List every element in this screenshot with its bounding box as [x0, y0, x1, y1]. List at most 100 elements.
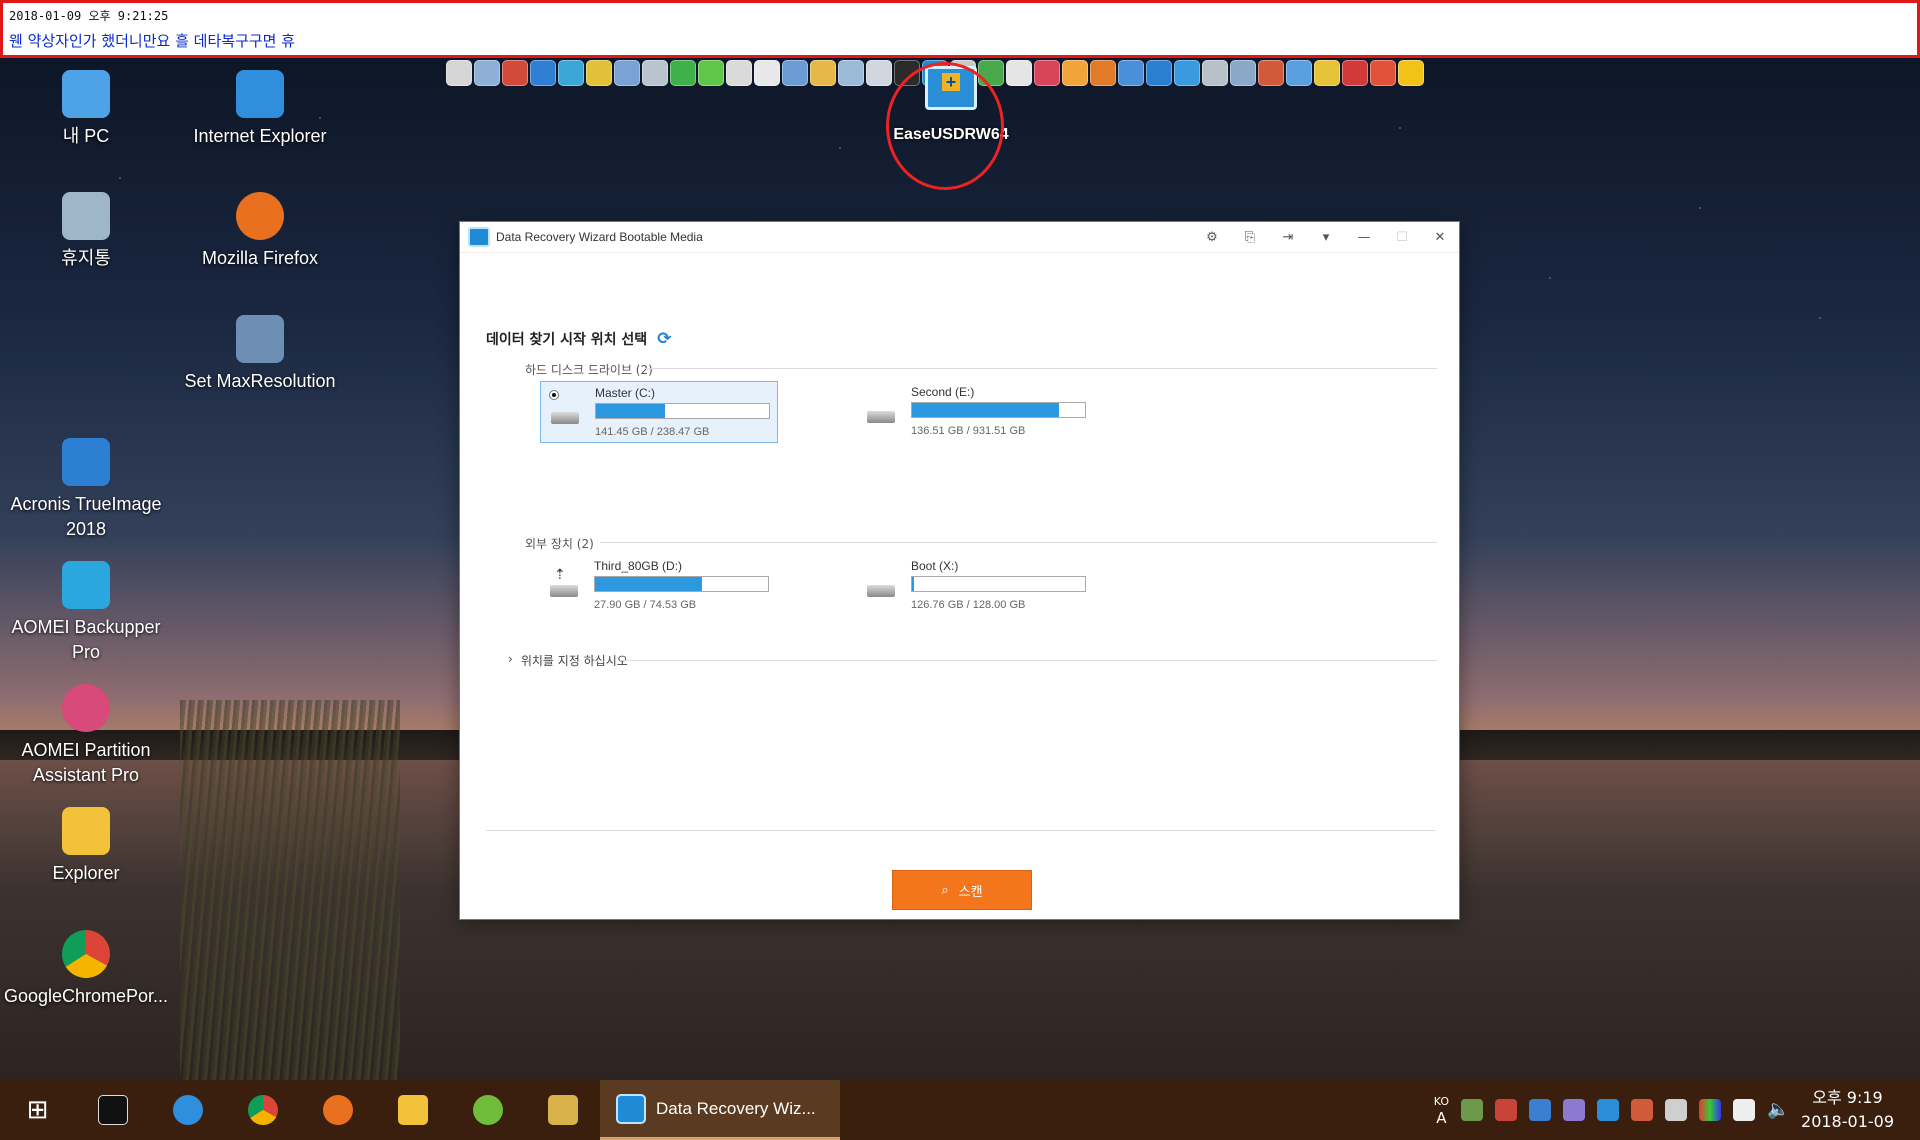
taskbar-chrome[interactable] — [225, 1080, 300, 1140]
quick-icon[interactable] — [1398, 60, 1424, 86]
quick-icon[interactable] — [1174, 60, 1200, 86]
quick-icon[interactable] — [530, 60, 556, 86]
taskbar-app[interactable] — [525, 1080, 600, 1140]
usage-bar-fill — [912, 577, 914, 591]
desktop-icon-label: AOMEI Backupper Pro — [11, 617, 161, 662]
quick-icon[interactable] — [1286, 60, 1312, 86]
quick-icon[interactable] — [558, 60, 584, 86]
quick-icon[interactable] — [698, 60, 724, 86]
settings-icon[interactable]: ⚙ — [1193, 222, 1231, 252]
title-toolbar: ⚙ ⎘ ⇥ ▾ — ☐ ✕ — [1193, 222, 1459, 252]
monitor-icon[interactable] — [1597, 1099, 1620, 1121]
ime-indicator[interactable]: KO A — [1434, 1094, 1449, 1126]
monitor-icon — [236, 315, 284, 363]
quick-icon[interactable] — [1090, 60, 1116, 86]
taskbar-ie[interactable] — [150, 1080, 225, 1140]
quick-icon[interactable] — [502, 60, 528, 86]
desktop-icon-label: Internet Explorer — [193, 126, 327, 146]
battery-icon[interactable] — [1733, 1099, 1756, 1121]
quick-icon[interactable] — [670, 60, 696, 86]
quick-icon[interactable] — [1230, 60, 1256, 86]
desktop-icon-aomei-partition[interactable]: AOMEI Partition Assistant Pro — [0, 684, 172, 788]
search-icon: ⌕ — [941, 882, 949, 898]
quick-icon[interactable] — [1146, 60, 1172, 86]
volume-icon[interactable]: 🔈 — [1767, 1099, 1789, 1121]
quick-icon[interactable] — [446, 60, 472, 86]
taskbar-active-data-recovery[interactable]: Data Recovery Wiz... — [600, 1080, 840, 1140]
drive-master-c[interactable]: Master (C:) 141.45 GB / 238.47 GB — [540, 381, 778, 443]
hdd-icon — [867, 411, 895, 423]
desktop-icon-internet-explorer[interactable]: Internet Explorer — [174, 70, 346, 149]
hdd-icon — [551, 412, 579, 424]
quick-icon[interactable] — [1370, 60, 1396, 86]
quick-icon[interactable] — [614, 60, 640, 86]
section-divider — [620, 660, 1437, 661]
quick-icon[interactable] — [866, 60, 892, 86]
system-tray: KO A 🔈 오후 9:19 2018-01-09 — [1434, 1086, 1920, 1134]
data-recovery-window: Data Recovery Wizard Bootable Media ⚙ ⎘ … — [459, 221, 1460, 920]
quick-icon[interactable] — [810, 60, 836, 86]
clock[interactable]: 오후 9:19 2018-01-09 — [1801, 1086, 1894, 1134]
quick-icon[interactable] — [1034, 60, 1060, 86]
quick-icon[interactable] — [474, 60, 500, 86]
import-icon[interactable]: ⇥ — [1269, 222, 1307, 252]
desktop-icon-set-maxresolution[interactable]: Set MaxResolution — [174, 315, 346, 394]
quick-icon[interactable] — [586, 60, 612, 86]
drive-name: Third_80GB (D:) — [594, 559, 683, 573]
refresh-icon[interactable]: ⟳ — [657, 329, 671, 349]
start-button[interactable]: ⊞ — [0, 1080, 75, 1140]
specify-location-toggle[interactable]: › 위치를 지정 하십시오 — [508, 652, 628, 669]
quick-icon[interactable] — [1258, 60, 1284, 86]
desktop-icon-my-pc[interactable]: 내 PC — [0, 70, 172, 149]
quick-icon[interactable] — [1118, 60, 1144, 86]
minimize-button[interactable]: — — [1345, 222, 1383, 252]
quick-icon[interactable] — [726, 60, 752, 86]
tray-app-icon[interactable] — [1461, 1099, 1484, 1121]
window-titlebar[interactable]: Data Recovery Wizard Bootable Media ⚙ ⎘ … — [460, 222, 1459, 253]
menu-dropdown-icon[interactable]: ▾ — [1307, 222, 1345, 252]
desktop-icon-chrome[interactable]: GoogleChromePor... — [0, 930, 172, 1009]
taskbar-app[interactable] — [450, 1080, 525, 1140]
drive-name: Master (C:) — [595, 386, 655, 400]
usb-eject-icon[interactable] — [1665, 1099, 1688, 1121]
quick-icon[interactable] — [782, 60, 808, 86]
quick-icon[interactable] — [1202, 60, 1228, 86]
desktop-icon-explorer[interactable]: Explorer — [0, 807, 172, 886]
color-icon[interactable] — [1699, 1099, 1722, 1121]
aomei-partition-icon — [62, 684, 110, 732]
desktop-icon-label: 내 PC — [62, 126, 110, 146]
aomei-backupper-icon — [62, 561, 110, 609]
desktop-icon-acronis[interactable]: Acronis TrueImage 2018 — [0, 438, 172, 542]
network-icon[interactable] — [1529, 1099, 1552, 1121]
export-icon[interactable]: ⎘ — [1231, 222, 1269, 252]
tray-app-icon[interactable] — [1495, 1099, 1518, 1121]
taskbar: ⊞ Data Recovery Wiz... KO A 🔈 오후 9:19 20… — [0, 1080, 1920, 1140]
usage-bar — [911, 402, 1086, 418]
drive-third-d[interactable]: ⇡ Third_80GB (D:) 27.90 GB / 74.53 GB — [540, 555, 778, 617]
desktop-icon-firefox[interactable]: Mozilla Firefox — [174, 192, 346, 271]
taskbar-explorer[interactable] — [375, 1080, 450, 1140]
taskbar-firefox[interactable] — [300, 1080, 375, 1140]
close-button[interactable]: ✕ — [1421, 222, 1459, 252]
taskbar-terminal[interactable] — [75, 1080, 150, 1140]
firefox-icon — [236, 192, 284, 240]
scan-button[interactable]: ⌕ 스캔 — [892, 870, 1032, 910]
ime-language: KO — [1433, 1095, 1450, 1108]
quick-icon[interactable] — [754, 60, 780, 86]
quick-icon[interactable] — [838, 60, 864, 86]
tray-app-icon[interactable] — [1631, 1099, 1654, 1121]
desktop-icon-recycle-bin[interactable]: 휴지통 — [0, 192, 172, 271]
quick-icon[interactable] — [1342, 60, 1368, 86]
tray-app-icon[interactable] — [1563, 1099, 1586, 1121]
quick-icon[interactable] — [1062, 60, 1088, 86]
quick-icon[interactable] — [1314, 60, 1340, 86]
drive-boot-x[interactable]: Boot (X:) 126.76 GB / 128.00 GB — [857, 555, 1095, 617]
clock-time: 오후 9:19 — [1812, 1088, 1883, 1107]
chrome-icon — [247, 1095, 278, 1125]
desktop-icon-aomei-backupper[interactable]: AOMEI Backupper Pro — [0, 561, 172, 665]
specify-location-label: 위치를 지정 하십시오 — [520, 654, 628, 668]
quick-icon[interactable] — [642, 60, 668, 86]
maximize-button[interactable]: ☐ — [1383, 222, 1421, 252]
folder-icon — [397, 1095, 428, 1125]
drive-second-e[interactable]: Second (E:) 136.51 GB / 931.51 GB — [857, 381, 1095, 443]
